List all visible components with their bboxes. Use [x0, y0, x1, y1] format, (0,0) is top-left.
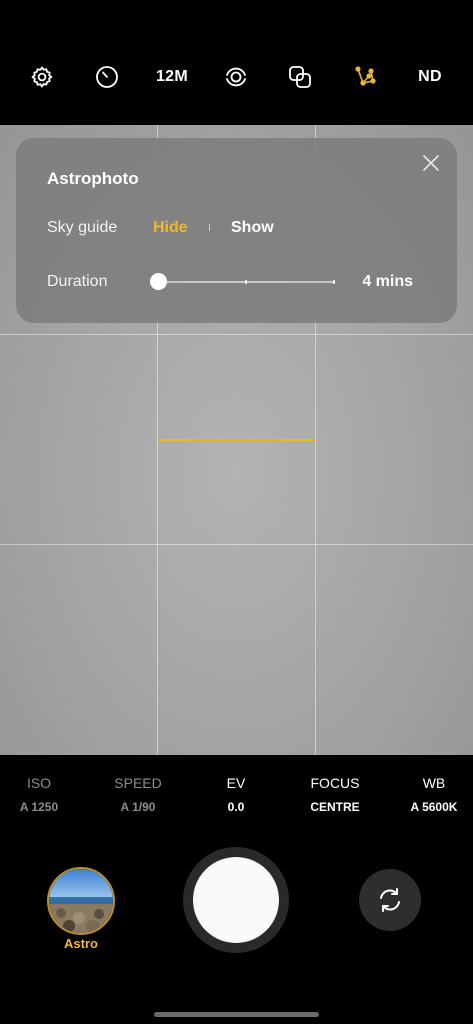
resolution-label: 12M — [155, 68, 189, 85]
astro-mode-button[interactable] — [345, 58, 385, 96]
timer-button[interactable] — [87, 58, 127, 96]
gallery-thumbnail[interactable] — [47, 867, 115, 935]
iso-setting[interactable]: ISO A 1250 — [0, 775, 84, 814]
setting-label: FOCUS — [310, 775, 360, 791]
setting-value: A 5600K — [410, 800, 458, 814]
beach-photo-thumbnail — [49, 869, 113, 933]
speed-setting[interactable]: SPEED A 1/90 — [93, 775, 183, 814]
close-icon — [423, 155, 439, 171]
focus-setting[interactable]: FOCUS CENTRE — [290, 775, 380, 814]
slider-tick — [333, 280, 335, 284]
setting-label: ISO — [26, 775, 52, 791]
duration-slider-thumb[interactable] — [149, 273, 167, 290]
sky-guide-show-option[interactable]: Show — [231, 219, 274, 237]
motion-photo-icon — [226, 67, 246, 87]
setting-value: A 1/90 — [120, 800, 156, 814]
slider-tick — [245, 280, 247, 284]
level-indicator — [158, 439, 315, 441]
setting-label: SPEED — [114, 775, 162, 791]
nd-label: ND — [418, 68, 442, 85]
panel-title: Astrophoto — [47, 169, 139, 188]
bottom-controls: Astro — [0, 835, 473, 1024]
home-indicator[interactable] — [154, 1012, 319, 1017]
switch-camera-icon — [380, 888, 400, 912]
setting-value: 0.0 — [227, 800, 245, 814]
top-toolbar: 12M ND — [0, 0, 473, 125]
duration-value: 4 mins — [362, 273, 413, 290]
duration-label: Duration — [47, 273, 108, 290]
close-panel-button[interactable] — [419, 151, 443, 175]
sky-guide-hide-option[interactable]: Hide — [153, 219, 188, 237]
wb-setting[interactable]: WB A 5600K — [389, 775, 473, 814]
setting-label: EV — [226, 775, 246, 791]
filter-icon — [289, 66, 311, 88]
setting-label: WB — [422, 775, 446, 791]
shutter-button[interactable] — [193, 857, 279, 943]
astro-constellation-icon — [355, 66, 376, 86]
option-divider — [209, 224, 210, 231]
setting-value: A 1250 — [19, 800, 59, 814]
setting-value: CENTRE — [310, 800, 360, 814]
astrophoto-settings-panel: Astrophoto Sky guide Hide Show Duration … — [16, 138, 457, 323]
pro-settings-row: ISO A 1250 SPEED A 1/90 EV 0.0 FOCUS CEN… — [0, 755, 473, 835]
grid-line-horizontal-1 — [0, 334, 473, 335]
grid-line-horizontal-2 — [0, 544, 473, 545]
sky-guide-label: Sky guide — [47, 219, 118, 236]
thumbnail-label: Astro — [64, 936, 98, 951]
nd-filter-button[interactable]: ND — [410, 58, 450, 96]
motion-photo-button[interactable] — [216, 58, 256, 96]
switch-camera-button[interactable] — [359, 869, 421, 931]
resolution-button[interactable]: 12M — [152, 58, 192, 96]
camera-viewfinder[interactable]: Astrophoto Sky guide Hide Show Duration … — [0, 125, 473, 755]
filter-button[interactable] — [280, 58, 320, 96]
gear-icon — [31, 66, 53, 88]
timer-icon — [96, 66, 118, 88]
ev-setting[interactable]: EV 0.0 — [191, 775, 281, 814]
settings-button[interactable] — [22, 58, 62, 96]
